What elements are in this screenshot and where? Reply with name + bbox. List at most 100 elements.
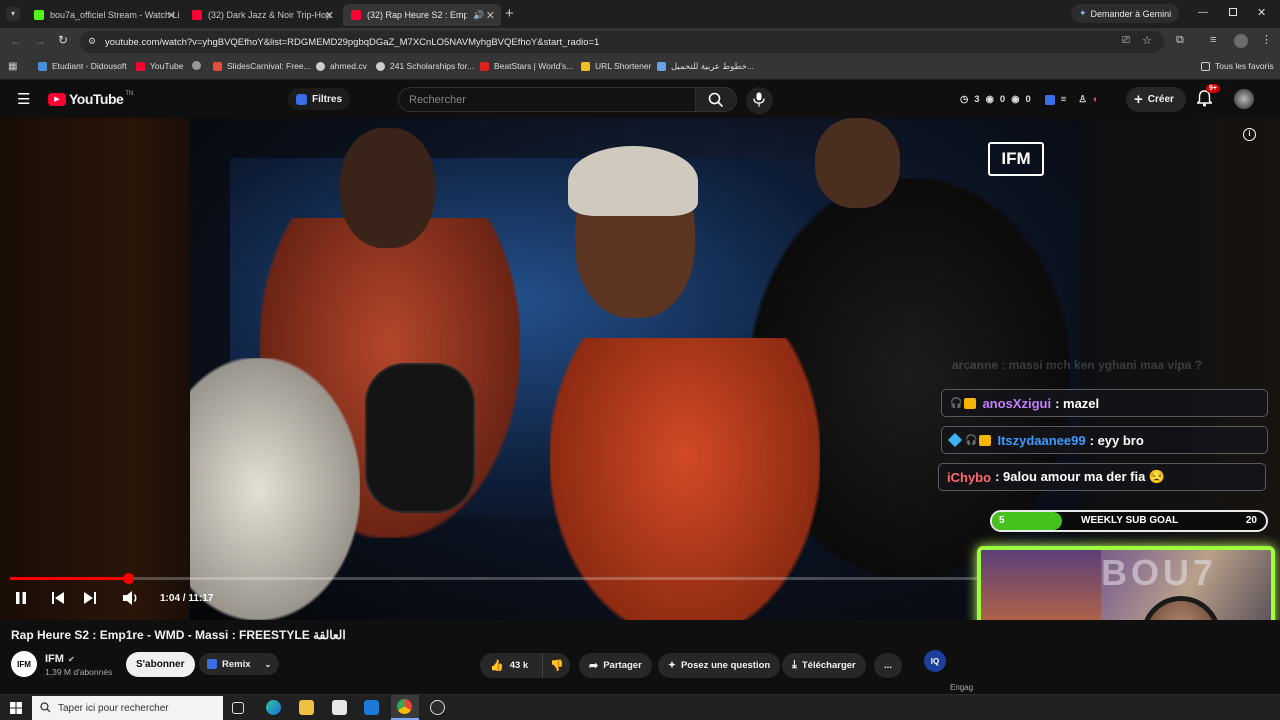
youtube-header: ☰ ▶ YouTube TN Filtres Rechercher ◷ 3 ◉ 0 … — [0, 81, 1280, 118]
chat-text: : eyy bro — [1089, 432, 1144, 448]
gemini-sparkle-icon: ✦ — [1079, 8, 1087, 18]
restore-window-icon[interactable] — [1229, 8, 1237, 16]
reload-icon[interactable]: ↻ — [58, 33, 68, 47]
voice-search-button[interactable] — [746, 87, 773, 114]
remix-extension-icon — [207, 659, 217, 669]
account-avatar[interactable] — [1234, 89, 1254, 109]
bookmark-item[interactable]: ahmed.cv — [316, 61, 367, 71]
dislike-button[interactable]: 👎 — [542, 653, 570, 678]
chat-username: Itszydaanee99 — [997, 432, 1086, 448]
channel-name[interactable]: IFM ✔ — [45, 653, 75, 665]
profile-avatar[interactable] — [1234, 34, 1248, 48]
bookmark-label: YouTube — [150, 61, 184, 71]
forward-arrow-icon[interactable]: → — [34, 34, 46, 48]
gemini-button[interactable]: ✦ Demander à Gemini — [1071, 4, 1180, 23]
extension-stats-bar: ◷ 3 ◉ 0 ◉ 0 ≡ ♙ ◐ — [960, 94, 1099, 105]
bookmark-item[interactable]: خطوط عربية للتحميل... — [657, 61, 754, 72]
create-button[interactable]: + Créer — [1126, 87, 1186, 112]
extensions-icon[interactable]: ⧉ — [1176, 34, 1184, 47]
pause-button[interactable] — [15, 591, 27, 610]
chat-message: iChybo : 9alou amour ma der fia 😒 — [938, 463, 1266, 491]
task-view-icon[interactable] — [232, 702, 244, 714]
eye-icon: ◉ — [985, 94, 994, 105]
minimize-window-icon[interactable]: — — [1198, 7, 1208, 18]
youtube-logo[interactable]: ▶ YouTube TN — [48, 91, 133, 107]
youtube-favicon-icon — [136, 61, 145, 71]
more-actions-button[interactable]: ... — [874, 653, 902, 678]
chrome-taskbar-button[interactable] — [391, 695, 419, 720]
next-button[interactable] — [83, 591, 97, 610]
audio-playing-icon[interactable]: 🔊 — [473, 10, 484, 21]
subscribe-button[interactable]: S'abonner — [126, 652, 195, 677]
tab-search-icon[interactable]: ▾ — [6, 7, 20, 21]
bookmark-item[interactable]: URL Shortener — [581, 61, 651, 71]
remix-button[interactable]: Remix ⌄ — [199, 653, 280, 675]
chat-username: anosXzigui — [982, 395, 1052, 411]
close-tab-icon[interactable]: ✕ — [325, 9, 334, 22]
download-button[interactable]: ⤓ Télécharger — [782, 653, 866, 678]
apps-grid-icon[interactable]: ▦ — [8, 61, 17, 72]
filters-button[interactable]: Filtres — [288, 88, 351, 110]
microsoft-store-icon[interactable] — [332, 700, 347, 715]
trophy-icon[interactable]: ♙ — [1078, 94, 1087, 105]
notification-badge: 9+ — [1206, 84, 1220, 93]
close-window-icon[interactable]: ✕ — [1257, 6, 1266, 19]
share-button[interactable]: ➦ Partager — [579, 653, 652, 678]
bookmark-star-icon[interactable]: ☆ — [1142, 34, 1152, 47]
browser-tab-rap-heure[interactable]: (32) Rap Heure S2 : Emp1re 🔊 ✕ — [343, 4, 501, 26]
media-controls-icon[interactable]: ≡ — [1210, 34, 1216, 46]
close-tab-icon[interactable]: ✕ — [167, 9, 176, 22]
video-frame: IFM — [190, 118, 1080, 620]
taskbar-search-input[interactable]: Taper ici pour rechercher — [32, 696, 223, 720]
close-tab-icon[interactable]: ✕ — [486, 9, 495, 22]
list-icon[interactable]: ≡ — [1061, 94, 1067, 105]
browser-tab-kick[interactable]: bou7a_officiel Stream - Watch Li ✕ — [26, 4, 182, 26]
bookmark-item[interactable]: SlidesCarnival: Free... — [213, 61, 311, 71]
browser-tab-dark-jazz[interactable]: (32) Dark Jazz & Noir Trip-Hop ✕ — [184, 4, 340, 26]
search-button[interactable] — [695, 87, 737, 112]
site-info-icon[interactable]: ⚙ — [88, 36, 96, 47]
previous-button[interactable] — [51, 591, 65, 610]
bookmark-item[interactable] — [192, 61, 206, 70]
thumbs-down-icon: 👎 — [550, 660, 564, 672]
filters-label: Filtres — [312, 93, 343, 105]
bookmark-label: خطوط عربية للتحميل... — [671, 61, 754, 71]
bookmark-item[interactable]: 241 Scholarships for... — [376, 61, 474, 71]
record-icon[interactable]: ◐ — [1093, 94, 1099, 105]
channel-avatar[interactable]: IFM — [11, 651, 37, 677]
mail-icon[interactable] — [364, 700, 379, 715]
youtube-logo-text: YouTube — [69, 91, 124, 107]
youtube-favicon-icon — [192, 10, 202, 20]
address-bar[interactable]: ⚙ youtube.com/watch?v=yhgBVQEfhoY&list=R… — [80, 31, 1164, 53]
cast-icon[interactable]: ⎚ — [1122, 35, 1130, 46]
file-explorer-icon[interactable] — [299, 700, 314, 715]
notifications-button[interactable]: 9+ — [1195, 84, 1220, 112]
new-tab-button[interactable]: + — [505, 5, 514, 22]
edge-browser-icon[interactable] — [266, 700, 281, 715]
globe-icon — [192, 61, 201, 70]
bookmark-item[interactable]: BeatStars | World's... — [480, 61, 573, 71]
browser-toolbar: ← → ↻ ⚙ youtube.com/watch?v=yhgBVQEfhoY&… — [0, 28, 1280, 56]
person-front-white — [190, 358, 360, 620]
back-arrow-icon[interactable]: ← — [10, 34, 22, 48]
clock-icon: ◷ — [960, 94, 969, 105]
chrome-menu-icon[interactable]: ⋮ — [1261, 33, 1272, 46]
video-player[interactable]: IFM i arcanne : massi mch ken yghani maa… — [0, 118, 1280, 620]
search-input[interactable]: Rechercher — [398, 87, 695, 112]
bookmark-label: ahmed.cv — [330, 61, 367, 71]
extension-icon[interactable] — [1044, 94, 1055, 105]
bookmark-item[interactable]: YouTube — [136, 61, 183, 71]
obs-studio-icon[interactable] — [430, 700, 445, 715]
bookmark-favicon-icon — [657, 62, 666, 71]
hamburger-menu-icon[interactable]: ☰ — [17, 90, 30, 108]
video-info-icon[interactable]: i — [1243, 128, 1256, 141]
bookmark-item[interactable]: Etudiant - Didousoft — [38, 61, 127, 71]
ask-question-button[interactable]: ✦ Posez une question — [658, 653, 781, 678]
volume-button[interactable] — [122, 590, 140, 611]
extension-sidebar-icon[interactable]: IQ — [924, 650, 946, 672]
windows-start-icon[interactable] — [10, 702, 22, 714]
country-code: TN — [125, 91, 134, 97]
like-button[interactable]: 👍 43 k — [480, 653, 542, 678]
all-bookmarks-folder[interactable]: Tous les favoris — [1201, 61, 1274, 71]
verified-check-icon: ✔ — [67, 654, 75, 664]
